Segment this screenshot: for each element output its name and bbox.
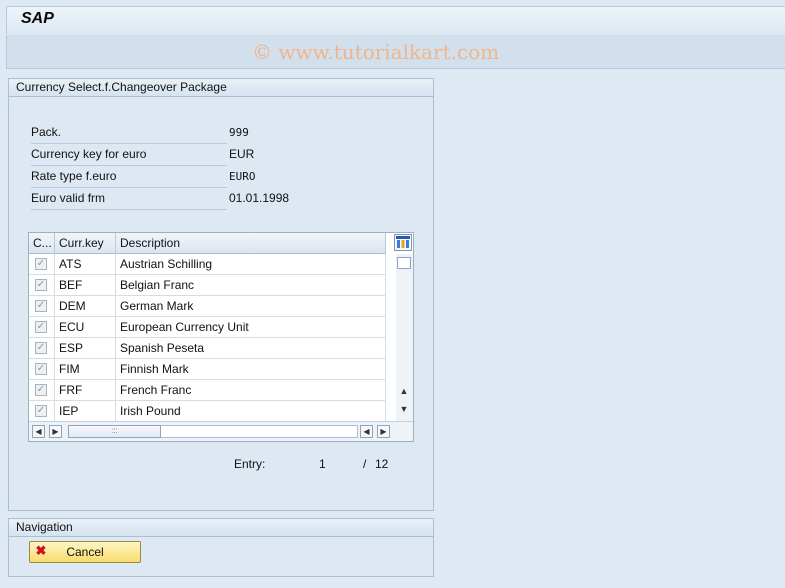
row-checkbox-cell: ✓ (29, 254, 55, 275)
row-checkbox[interactable]: ✓ (35, 279, 47, 291)
row-checkbox-cell: ✓ (29, 401, 55, 422)
horizontal-scroll-track[interactable]: ::: (68, 425, 358, 438)
horizontal-scrollbar[interactable]: ◀ ▶ ::: ◀ ▶ (29, 421, 413, 441)
row-curr-key: ECU (55, 317, 116, 338)
field-value-rate-type[interactable]: EURO (229, 170, 256, 183)
field-currency-key: Currency key for euro EUR (31, 144, 301, 166)
entry-total: 12 (375, 457, 389, 471)
row-curr-key: IEP (55, 401, 116, 422)
toolbar: © www.tutorialkart.com (6, 35, 785, 69)
scroll-last-icon[interactable]: ▶ (377, 425, 390, 438)
title-bar: SAP (6, 6, 785, 34)
row-curr-key: FRF (55, 380, 116, 401)
vertical-scroll-thumb[interactable] (397, 257, 411, 269)
group-title: Currency Select.f.Changeover Package (9, 79, 433, 97)
field-value-pack[interactable]: 999 (229, 126, 249, 139)
app-title: SAP (21, 10, 54, 27)
table-row[interactable]: ✓ IEP Irish Pound (29, 401, 386, 422)
row-curr-key: DEM (55, 296, 116, 317)
table-row[interactable]: ✓ ATS Austrian Schilling (29, 254, 386, 275)
row-curr-key: BEF (55, 275, 116, 296)
scroll-first-icon[interactable]: ◀ (32, 425, 45, 438)
column-header-curr-key[interactable]: Curr.key (55, 233, 116, 254)
row-checkbox-cell: ✓ (29, 359, 55, 380)
table-row[interactable]: ✓ BEF Belgian Franc (29, 275, 386, 296)
table-row[interactable]: ✓ FRF French Franc (29, 380, 386, 401)
vertical-scrollbar[interactable]: ▲ ▼ (396, 254, 413, 421)
row-checkbox-cell: ✓ (29, 338, 55, 359)
field-label-euro-valid-from: Euro valid frm (31, 191, 227, 210)
table-row[interactable]: ✓ FIM Finnish Mark (29, 359, 386, 380)
watermark-text: © www.tutorialkart.com (252, 40, 500, 64)
row-description: Finnish Mark (116, 359, 386, 380)
row-checkbox[interactable]: ✓ (35, 300, 47, 312)
entry-current: 1 (319, 457, 326, 471)
row-checkbox[interactable]: ✓ (35, 384, 47, 396)
field-value-euro-valid-from[interactable]: 01.01.1998 (229, 191, 289, 205)
table-row[interactable]: ✓ DEM German Mark (29, 296, 386, 317)
row-description: European Currency Unit (116, 317, 386, 338)
scroll-up-icon[interactable]: ▲ (397, 386, 411, 396)
currency-table: C... Curr.key Description ✓ ATS Austrian S… (28, 232, 414, 442)
row-checkbox[interactable]: ✓ (35, 363, 47, 375)
row-checkbox[interactable]: ✓ (35, 405, 47, 417)
row-description: German Mark (116, 296, 386, 317)
scroll-down-icon[interactable]: ▼ (397, 404, 411, 414)
row-description: Spanish Peseta (116, 338, 386, 359)
table-settings-icon[interactable] (394, 234, 412, 251)
row-checkbox-cell: ✓ (29, 380, 55, 401)
table-row[interactable]: ✓ ECU European Currency Unit (29, 317, 386, 338)
cancel-icon: ✖ (35, 543, 47, 558)
row-description: Belgian Franc (116, 275, 386, 296)
row-checkbox-cell: ✓ (29, 275, 55, 296)
scroll-right-icon[interactable]: ◀ (360, 425, 373, 438)
entry-separator: / (363, 457, 367, 471)
navigation-title: Navigation (9, 519, 433, 537)
field-rate-type: Rate type f.euro EURO (31, 166, 301, 188)
navigation-group: Navigation ✖ Cancel (8, 518, 434, 577)
cancel-button[interactable]: ✖ Cancel (29, 541, 141, 563)
row-description: French Franc (116, 380, 386, 401)
row-description: Austrian Schilling (116, 254, 386, 275)
field-label-currency-key: Currency key for euro (31, 147, 227, 166)
row-checkbox[interactable]: ✓ (35, 321, 47, 333)
column-header-checkbox[interactable]: C... (29, 233, 55, 254)
field-label-rate-type: Rate type f.euro (31, 169, 227, 188)
row-checkbox[interactable]: ✓ (35, 258, 47, 270)
row-checkbox[interactable]: ✓ (35, 342, 47, 354)
field-label-pack: Pack. (31, 125, 227, 144)
row-description: Irish Pound (116, 401, 386, 422)
field-value-currency-key[interactable]: EUR (229, 147, 254, 161)
entry-label: Entry: (234, 457, 266, 471)
field-pack: Pack. 999 (31, 122, 301, 144)
row-checkbox-cell: ✓ (29, 317, 55, 338)
table-header: C... Curr.key Description (29, 233, 386, 254)
row-curr-key: ATS (55, 254, 116, 275)
row-checkbox-cell: ✓ (29, 296, 55, 317)
cancel-button-label: Cancel (66, 545, 104, 559)
column-header-description[interactable]: Description (116, 233, 386, 254)
field-euro-valid-from: Euro valid frm 01.01.1998 (31, 188, 301, 210)
row-curr-key: ESP (55, 338, 116, 359)
table-row[interactable]: ✓ ESP Spanish Peseta (29, 338, 386, 359)
currency-select-group: Currency Select.f.Changeover Package Pac… (8, 78, 434, 511)
horizontal-scroll-thumb[interactable]: ::: (68, 425, 161, 438)
scroll-left-icon[interactable]: ▶ (49, 425, 62, 438)
row-curr-key: FIM (55, 359, 116, 380)
